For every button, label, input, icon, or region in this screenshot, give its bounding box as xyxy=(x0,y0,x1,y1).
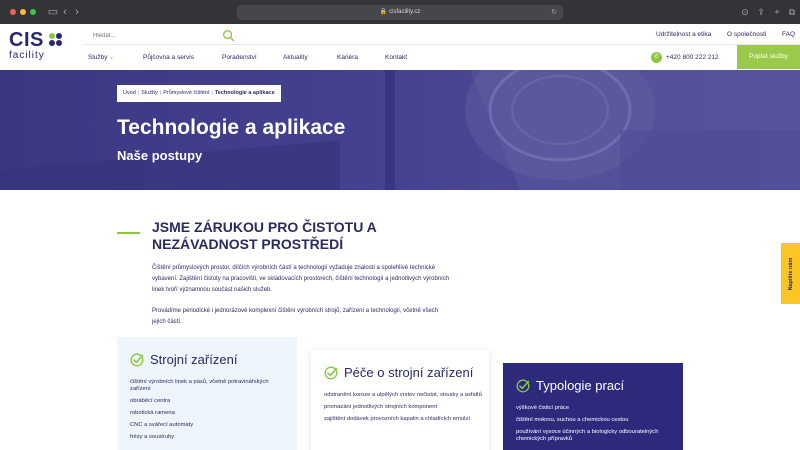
chevron-down-icon: ⌄ xyxy=(108,54,115,61)
nav-item-label: Služby xyxy=(88,54,108,61)
section-accent-line xyxy=(117,232,140,234)
breadcrumb-item-services[interactable]: Služby xyxy=(141,90,158,96)
site-logo[interactable]: CIS facility xyxy=(9,30,65,64)
forward-icon[interactable]: › xyxy=(70,4,84,20)
contact-us-tab-label: Napište nám xyxy=(787,257,794,290)
nav-item-services[interactable]: Služby⌄ xyxy=(88,52,114,64)
nav-item-news[interactable]: Aktuality xyxy=(283,52,308,64)
nav-item-career[interactable]: Kariéra xyxy=(337,52,358,64)
check-circle-icon xyxy=(516,379,530,393)
share-icon[interactable]: ⇪ xyxy=(754,5,768,19)
card-work-types: Typologie prací výškové čisticí práce či… xyxy=(503,363,683,450)
browser-toolbar: ▭ ‹ › 🔒 cisfacility.cz ↻ ⊙ ⇪ + ⧉ xyxy=(0,0,800,24)
section-heading-line: nezávadnost prostředí xyxy=(152,236,344,252)
list-item: zajištění dodávek provozních kapalin a c… xyxy=(324,416,470,422)
close-window-button[interactable] xyxy=(10,9,16,15)
check-circle-icon xyxy=(130,353,144,367)
section-heading-line: Jsme zárukou pro čistotu a xyxy=(152,219,377,235)
link-about-company[interactable]: O společnosti xyxy=(727,29,766,41)
site-search xyxy=(83,27,243,44)
logo-dots-icon xyxy=(49,33,63,47)
link-faq[interactable]: FAQ xyxy=(782,29,795,41)
card-list: odstranění koroze a ulpělých vrstev neči… xyxy=(324,392,484,428)
list-item: frézy a soustruhy xyxy=(130,434,175,440)
section-heading: Jsme zárukou pro čistotu a nezávadnost p… xyxy=(152,219,412,253)
search-icon[interactable] xyxy=(222,29,235,42)
url-text: cisfacility.cz xyxy=(389,9,421,15)
page-title: Technologie a aplikace xyxy=(117,116,346,139)
card-machine-care: Péče o strojní zařízení odstranění koroz… xyxy=(311,350,489,450)
intro-paragraph: Čištění průmyslových prostor, dílčích vý… xyxy=(152,265,450,293)
breadcrumb-separator: | xyxy=(211,90,213,96)
list-item: obráběcí centra xyxy=(130,398,171,404)
card-title: Péče o strojní zařízení xyxy=(344,365,474,380)
breadcrumb-separator: | xyxy=(159,90,162,96)
link-sustainability[interactable]: Udržitelnost a etika xyxy=(656,29,711,41)
list-item: CNC a svářecí automaty xyxy=(130,422,194,428)
list-item: používání vysoce účinných a biologicky o… xyxy=(516,429,659,442)
contact-us-tab[interactable]: Napište nám xyxy=(781,243,800,304)
nav-item-consulting[interactable]: Poradenství xyxy=(222,52,257,64)
minimize-window-button[interactable] xyxy=(20,9,26,15)
breadcrumb-item-home[interactable]: Úvod xyxy=(123,90,136,96)
list-item: čištění výrobních linek a pásů, včetně p… xyxy=(130,379,269,392)
breadcrumb-item-industrial-cleaning[interactable]: Průmyslové čištění xyxy=(163,90,209,96)
card-title: Typologie prací xyxy=(536,378,625,393)
list-item: promazání jednotlivých strojních kompone… xyxy=(324,404,438,410)
new-tab-icon[interactable]: + xyxy=(770,5,784,19)
header-divider xyxy=(83,44,800,45)
download-icon[interactable]: ⊙ xyxy=(738,5,752,19)
request-services-button[interactable]: Poptat služby xyxy=(737,45,800,69)
address-bar[interactable]: 🔒 cisfacility.cz ↻ xyxy=(237,5,563,20)
phone-link[interactable]: ✆ +420 800 222 212 xyxy=(651,52,719,64)
list-item: výškové čisticí práce xyxy=(516,405,570,411)
check-circle-icon xyxy=(324,366,338,380)
reload-icon[interactable]: ↻ xyxy=(551,5,557,20)
breadcrumb: Úvod | Služby | Průmyslové čištění | Technolog… xyxy=(117,85,281,102)
card-list: čištění výrobních linek a pásů, včetně p… xyxy=(130,379,290,446)
nav-item-rental[interactable]: Půjčovna a servis xyxy=(143,52,194,64)
breadcrumb-separator: | xyxy=(137,90,140,96)
card-machinery: Strojní zařízení čištění výrobních linek… xyxy=(117,337,297,450)
list-item: čištění mokrou, suchou a chemickou cesto… xyxy=(516,417,629,423)
maximize-window-button[interactable] xyxy=(30,9,36,15)
phone-number: +420 800 222 212 xyxy=(666,54,719,62)
intro-paragraph: Provádíme periodické i jednorázové kompl… xyxy=(152,308,439,325)
nav-item-contact[interactable]: Kontakt xyxy=(385,52,407,64)
search-input[interactable] xyxy=(83,27,223,44)
breadcrumb-item-current: Technologie a aplikace xyxy=(214,90,275,96)
lock-icon: 🔒 xyxy=(379,9,388,15)
phone-icon: ✆ xyxy=(651,52,662,63)
card-title: Strojní zařízení xyxy=(150,352,238,367)
logo-subtitle: facility xyxy=(9,50,45,61)
page-subtitle: Naše postupy xyxy=(117,148,203,163)
logo-wordmark: CIS xyxy=(9,29,44,51)
list-item: robotická ramena xyxy=(130,410,175,416)
list-item: odstranění koroze a ulpělých vrstev neči… xyxy=(324,392,482,398)
tab-overview-icon[interactable]: ⧉ xyxy=(785,5,799,19)
card-list: výškové čisticí práce čištění mokrou, su… xyxy=(516,405,676,448)
